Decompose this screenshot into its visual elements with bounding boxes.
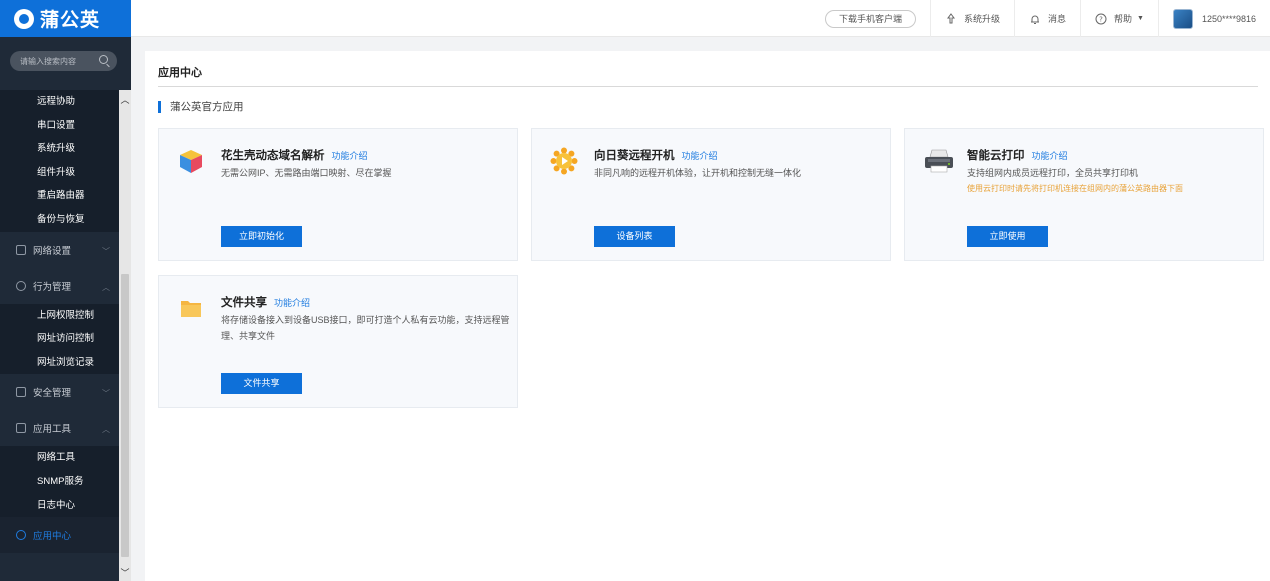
sidebar-item-backup[interactable]: 备份与恢复 [0,208,119,232]
feature-intro-link[interactable]: 功能介绍 [332,151,368,161]
card-title: 智能云打印 功能介绍 [967,147,1068,163]
app-card-peanut-shell: 花生壳动态域名解析 功能介绍 无需公网IP、无需路由端口映射、尽在掌握 立即初始化 [158,128,518,261]
sunflower-icon [550,147,578,175]
sidebar-group-label: 安全管理 [33,388,72,400]
search-input[interactable] [20,56,100,66]
sidebar-group-behavior[interactable]: 行为管理 ︿ [0,267,119,304]
card-title-text: 文件共享 [221,297,267,309]
app-card-cloud-print: 智能云打印 功能介绍 支持组网内成员远程打印，全员共享打印机 使用云打印时请先将打… [904,128,1264,261]
card-title: 向日葵远程开机 功能介绍 [594,147,718,163]
shield-icon [16,387,26,398]
page-title: 应用中心 [158,67,202,79]
top-right-actions: 下载手机客户端 系统升级 消息 ? 帮助 ▼ 1250****9816 [824,0,1270,37]
printer-icon [923,147,953,175]
divider [158,86,1258,87]
card-description: 无需公网IP、无需路由端口映射、尽在掌握 [221,168,392,178]
chevron-up-icon: ︿ [102,282,110,292]
sidebar-item-reboot[interactable]: 重启路由器 [0,184,119,208]
sidebar-item-system-upgrade[interactable]: 系统升级 [0,137,119,161]
tools-submenu: 网络工具 SNMP服务 日志中心 [0,446,119,518]
use-now-button[interactable]: 立即使用 [967,226,1048,247]
search-icon[interactable] [99,55,108,64]
feature-intro-link[interactable]: 功能介绍 [682,151,718,161]
folder-icon [177,294,205,322]
card-description: 支持组网内成员远程打印，全员共享打印机 [967,168,1139,178]
card-description: 非同凡响的远程开机体验，让开机和控制无缝一体化 [594,168,802,178]
sidebar-group-security[interactable]: 安全管理 ﹀ [0,374,119,411]
initialize-button[interactable]: 立即初始化 [221,226,302,247]
sidebar: 远程协助 串口设置 系统升级 组件升级 重启路由器 备份与恢复 网络设置 ﹀ 行… [0,37,131,581]
app-center-icon [16,530,26,541]
upgrade-icon [945,12,957,25]
card-description: 将存储设备接入到设备USB接口，即可打造个人私有云功能，支持远程管理、共享文件 [221,315,510,341]
card-title: 花生壳动态域名解析 功能介绍 [221,147,368,163]
behavior-submenu: 上网权限控制 网址访问控制 网址浏览记录 [0,303,119,375]
card-note: 使用云打印时请先将打印机连接在组网内的蒲公英路由器下面 [967,184,1183,193]
app-card-file-share: 文件共享 功能介绍 将存储设备接入到设备USB接口，即可打造个人私有云功能，支持远… [158,275,518,408]
svg-text:?: ? [1099,15,1103,23]
sidebar-menu: 远程协助 串口设置 系统升级 组件升级 重启路由器 备份与恢复 网络设置 ﹀ 行… [0,90,119,554]
sidebar-group-tools[interactable]: 应用工具 ︿ [0,410,119,447]
sidebar-item-access-control[interactable]: 上网权限控制 [0,304,119,328]
help-menu[interactable]: ? 帮助 ▼ [1079,0,1158,37]
sidebar-group-label: 网络设置 [33,245,72,257]
scroll-down-icon[interactable]: ﹀ [119,566,131,579]
device-list-button[interactable]: 设备列表 [594,226,675,247]
card-title-text: 智能云打印 [967,150,1025,162]
messages-label: 消息 [1047,14,1066,24]
sidebar-item-serial[interactable]: 串口设置 [0,114,119,138]
avatar [1172,8,1193,29]
chevron-up-icon: ︿ [102,425,110,435]
sidebar-search [10,51,117,71]
system-upgrade-label: 系统升级 [963,14,1000,24]
scrollbar-thumb[interactable] [121,274,129,557]
bell-icon [1029,13,1041,25]
sidebar-group-app-center[interactable]: 应用中心 [0,517,119,554]
sidebar-group-label: 应用工具 [33,424,72,436]
help-label: 帮助 [1113,14,1132,24]
main-content: 应用中心 蒲公英官方应用 花生壳动态域名解析 功能介绍 无需公网IP、无需路由端口… [145,51,1270,581]
sidebar-scrollbar[interactable]: ︿ ﹀ [119,90,131,581]
logo-icon [14,8,34,29]
app-card-sunflower: 向日葵远程开机 功能介绍 非同凡响的远程开机体验，让开机和控制无缝一体化 设备列表 [531,128,891,261]
caret-down-icon: ▼ [1137,15,1144,22]
sidebar-item-component-upgrade[interactable]: 组件升级 [0,161,119,185]
messages-button[interactable]: 消息 [1013,0,1080,37]
sidebar-item-browse-log[interactable]: 网址浏览记录 [0,351,119,375]
system-upgrade-button[interactable]: 系统升级 [929,0,1014,37]
feature-intro-link[interactable]: 功能介绍 [274,298,310,308]
feature-intro-link[interactable]: 功能介绍 [1032,151,1068,161]
chevron-down-icon: ﹀ [102,246,110,256]
chevron-down-icon: ﹀ [102,389,110,399]
scroll-up-icon[interactable]: ︿ [119,93,131,106]
sidebar-group-network[interactable]: 网络设置 ﹀ [0,231,119,268]
eye-icon [16,280,26,291]
card-title-text: 向日葵远程开机 [594,150,675,162]
help-icon: ? [1095,13,1107,25]
sidebar-item-snmp[interactable]: SNMP服务 [0,470,119,494]
download-app-button[interactable]: 下载手机客户端 [824,9,916,28]
brand-logo[interactable]: 蒲公英 [0,0,131,37]
card-title: 文件共享 功能介绍 [221,294,310,310]
cube-icon [177,147,205,175]
section-title: 蒲公英官方应用 [158,101,244,113]
account-label: 1250****9816 [1201,13,1256,24]
sidebar-item-remote-assist[interactable]: 远程协助 [0,90,119,114]
card-title-text: 花生壳动态域名解析 [221,150,325,162]
top-bar: 蒲公英 下载手机客户端 系统升级 消息 ? 帮助 ▼ 1250****9816 [0,0,1270,37]
toolbox-icon [16,423,26,434]
sidebar-group-label: 行为管理 [33,281,72,293]
sidebar-item-network-tools[interactable]: 网络工具 [0,446,119,470]
logo-text: 蒲公英 [40,10,101,31]
system-submenu: 远程协助 串口设置 系统升级 组件升级 重启路由器 备份与恢复 [0,90,119,232]
account-menu[interactable]: 1250****9816 [1157,0,1270,37]
sidebar-group-label: 应用中心 [33,531,72,543]
file-share-button[interactable]: 文件共享 [221,373,302,394]
sidebar-item-url-control[interactable]: 网址访问控制 [0,327,119,351]
sidebar-item-log-center[interactable]: 日志中心 [0,494,119,518]
document-icon [16,244,26,255]
